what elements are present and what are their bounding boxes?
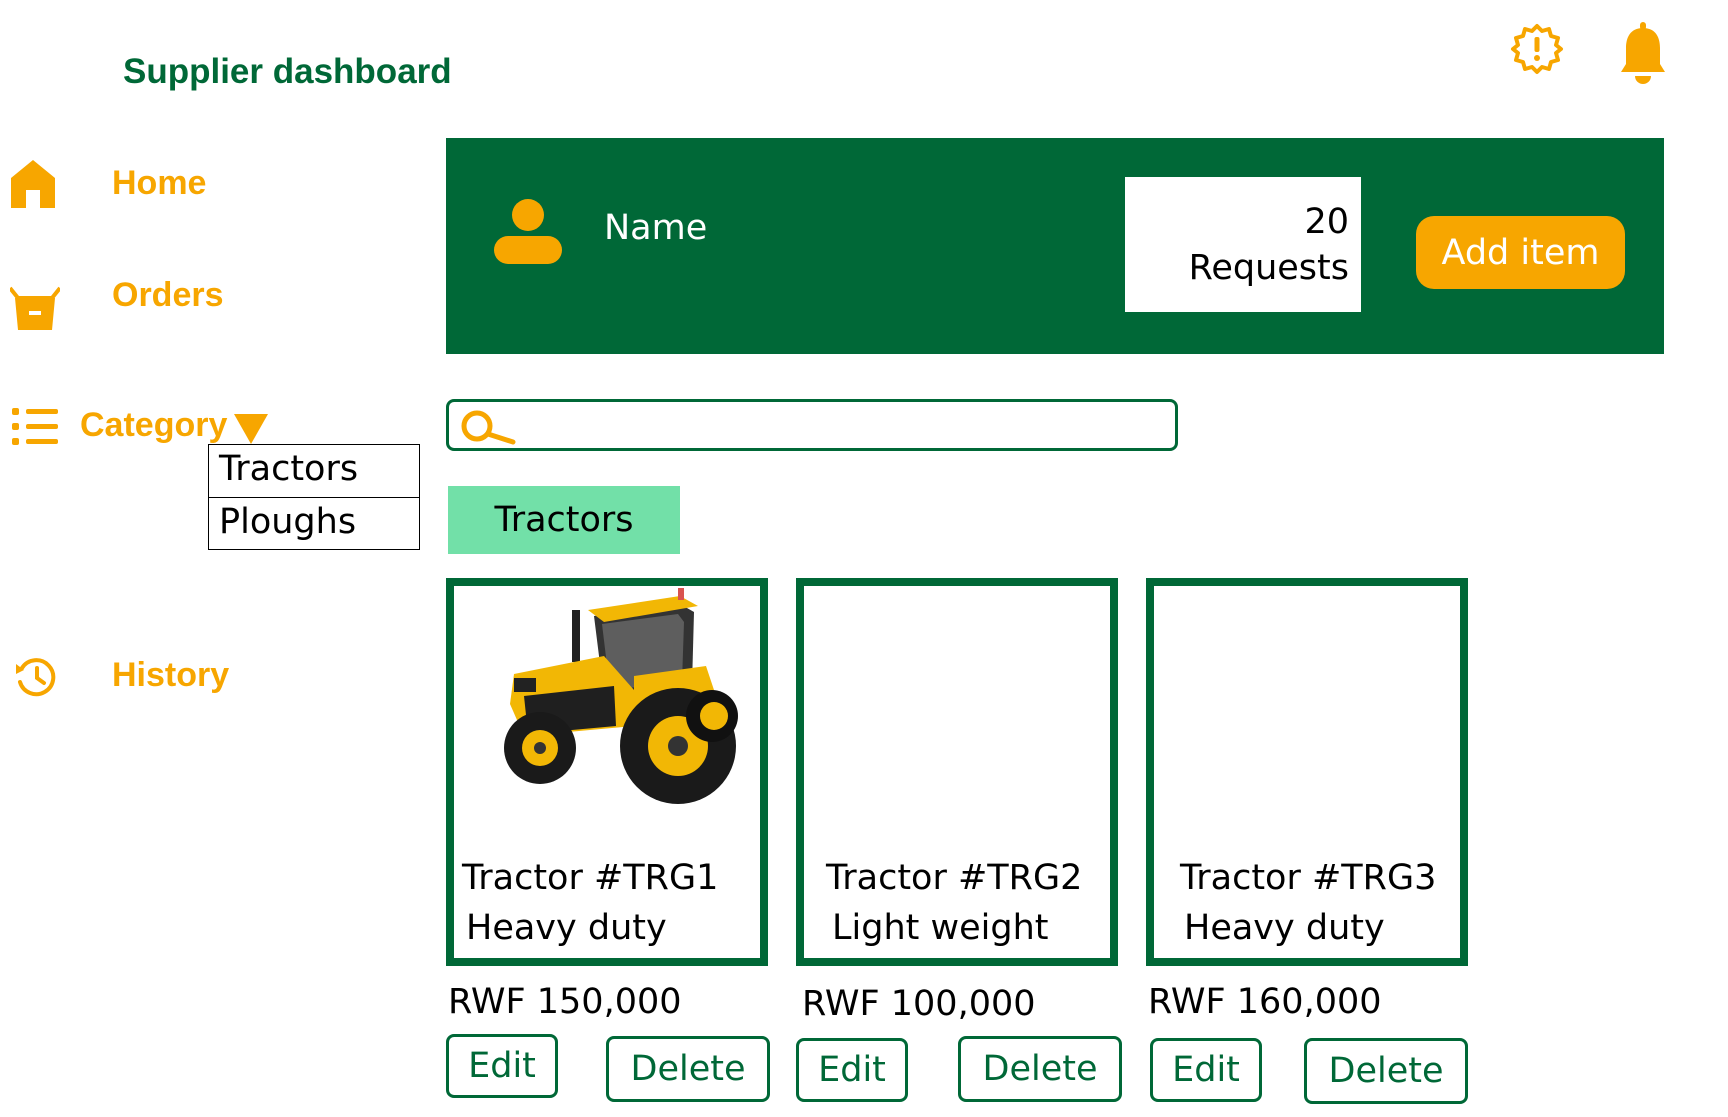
add-item-button[interactable]: Add item: [1416, 216, 1625, 289]
product-price: RWF 100,000: [802, 984, 1036, 1024]
product-subtitle: Heavy duty: [466, 908, 667, 948]
sidebar-item-label: Orders: [112, 276, 224, 314]
product-card[interactable]: Tractor #TRG1 Heavy duty: [446, 578, 768, 966]
home-icon: [10, 158, 56, 208]
basket-icon: [10, 284, 60, 330]
category-dropdown: Tractors Ploughs: [208, 444, 420, 550]
dropdown-option-ploughs[interactable]: Ploughs: [209, 497, 419, 549]
delete-button[interactable]: Delete: [958, 1036, 1122, 1102]
caret-down-icon[interactable]: [234, 414, 268, 444]
requests-label: Requests: [1188, 248, 1349, 288]
search-bar: [446, 399, 1178, 451]
edit-button[interactable]: Edit: [446, 1034, 558, 1098]
sidebar-item-label: Home: [112, 164, 207, 202]
filter-chip-tractors[interactable]: Tractors: [448, 486, 680, 554]
requests-count: 20: [1304, 202, 1349, 242]
product-title: Tractor #TRG2: [826, 858, 1083, 898]
user-name: Name: [604, 208, 708, 248]
delete-button[interactable]: Delete: [1304, 1038, 1468, 1104]
settings-alert-icon[interactable]: [1508, 20, 1566, 78]
product-subtitle: Heavy duty: [1184, 908, 1385, 948]
product-title: Tractor #TRG1: [462, 858, 719, 898]
edit-button[interactable]: Edit: [1150, 1038, 1262, 1102]
sidebar-item-home[interactable]: Home: [0, 150, 420, 220]
product-price: RWF 150,000: [448, 982, 682, 1022]
product-card[interactable]: Tractor #TRG3 Heavy duty: [1146, 578, 1468, 966]
search-input[interactable]: [525, 408, 1155, 442]
sidebar-item-orders[interactable]: Orders: [0, 262, 420, 332]
product-price: RWF 160,000: [1148, 982, 1382, 1022]
user-icon: [494, 196, 562, 269]
search-icon: [461, 408, 517, 451]
requests-counter[interactable]: 20 Requests: [1125, 177, 1361, 312]
list-icon: [12, 408, 58, 446]
product-subtitle: Light weight: [832, 908, 1049, 948]
page-title: Supplier dashboard: [123, 52, 452, 91]
sidebar-item-label: History: [112, 656, 230, 694]
history-icon: [14, 656, 58, 698]
sidebar-item-history[interactable]: History: [0, 642, 420, 712]
product-card[interactable]: Tractor #TRG2 Light weight: [796, 578, 1118, 966]
bell-icon[interactable]: [1618, 22, 1668, 84]
sidebar-item-label: Category: [80, 406, 228, 444]
edit-button[interactable]: Edit: [796, 1038, 908, 1102]
product-title: Tractor #TRG3: [1180, 858, 1437, 898]
dropdown-option-tractors[interactable]: Tractors: [209, 445, 419, 497]
tractor-image: [484, 586, 744, 821]
delete-button[interactable]: Delete: [606, 1036, 770, 1102]
